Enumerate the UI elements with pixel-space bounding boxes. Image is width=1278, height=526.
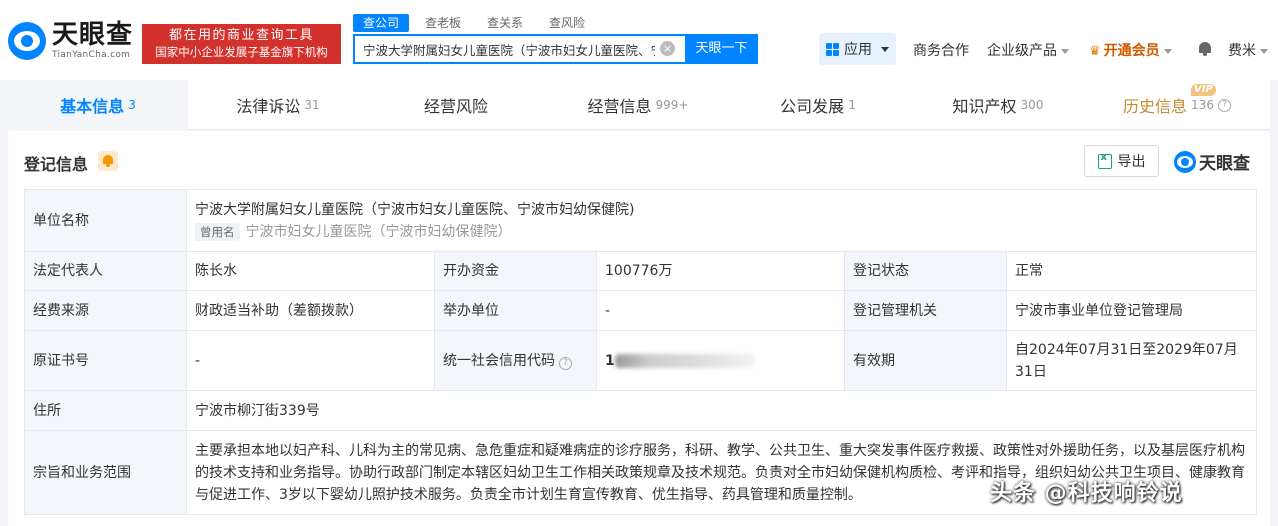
- validity-label: 有效期: [844, 330, 1007, 391]
- table-row: 住所 宁波市柳汀街339号: [24, 390, 1258, 431]
- eye-logo-icon: [1174, 150, 1196, 173]
- unit-name-cell: 宁波大学附属妇女儿童医院（宁波市妇女儿童医院、宁波市妇幼保健院) 曾用名 宁波市…: [185, 189, 1258, 252]
- registration-section: 登记信息 导出 天眼查 单位名称 宁波大学附属妇女儿童医院（宁波市妇女儿童医院、…: [8, 131, 1270, 526]
- notification-bell-icon[interactable]: [1198, 41, 1212, 56]
- legal-rep-value: 陈长水: [186, 251, 435, 291]
- former-name-tag: 曾用名: [195, 222, 240, 241]
- site-logo[interactable]: 天眼查 TianYanCha.com: [8, 22, 133, 60]
- scope-label: 宗旨和业务范围: [24, 430, 187, 515]
- monitor-bell-icon[interactable]: [98, 151, 118, 171]
- table-row: 原证书号 - 统一社会信用代码? 1 有效期 自2024年07月31日至2029…: [24, 330, 1258, 391]
- registration-table: 单位名称 宁波大学附属妇女儿童医院（宁波市妇女儿童医院、宁波市妇幼保健院) 曾用…: [24, 189, 1258, 515]
- excel-icon: [1097, 152, 1112, 169]
- funds-label: 开办资金: [434, 251, 597, 291]
- cert-no-value: -: [186, 330, 435, 391]
- authority-value: 宁波市事业单位登记管理局: [1005, 290, 1258, 331]
- former-name-value: 宁波市妇女儿童医院（宁波市妇幼保健院）: [245, 223, 512, 240]
- unit-name-label: 单位名称: [24, 189, 187, 252]
- chevron-down-icon: [1061, 48, 1069, 54]
- unit-name-value: 宁波大学附属妇女儿童医院（宁波市妇女儿童医院、宁波市妇幼保健院): [195, 201, 635, 218]
- table-row: 法定代表人 陈长水 开办资金 100776万 登记状态 正常: [24, 251, 1258, 291]
- search-tab-company[interactable]: 查公司: [353, 14, 410, 32]
- sponsor-value: -: [596, 290, 845, 331]
- chevron-down-icon: [881, 46, 889, 52]
- search-tab-risk[interactable]: 查风险: [539, 14, 595, 32]
- credit-code-label-cell: 统一社会信用代码?: [434, 330, 597, 391]
- blurred-redaction: [614, 353, 755, 368]
- apps-menu-button[interactable]: 应用: [819, 33, 896, 65]
- help-icon[interactable]: ?: [559, 356, 572, 370]
- section-title: 登记信息: [24, 155, 89, 174]
- slogan-line-1: 都在用的商业查询工具: [168, 28, 314, 43]
- grid-icon: [826, 42, 839, 56]
- slogan-line-2: 国家中小企业发展子基金旗下机构: [155, 45, 328, 59]
- credit-code-label: 统一社会信用代码: [443, 352, 555, 369]
- slogan-banner: 都在用的商业查询工具 国家中小企业发展子基金旗下机构: [142, 24, 341, 64]
- nav-enterprise-products[interactable]: 企业级产品: [987, 40, 1069, 60]
- user-menu[interactable]: 费米: [1228, 40, 1268, 60]
- table-row: 经费来源 财政适当补助（差额拨款） 举办单位 - 登记管理机关 宁波市事业单位登…: [24, 290, 1258, 331]
- search-input[interactable]: [355, 36, 655, 62]
- brand-watermark-logo: 天眼查: [1174, 149, 1250, 174]
- logo-title: 天眼查: [52, 20, 134, 50]
- search-button[interactable]: 天眼一下: [685, 34, 758, 64]
- legal-rep-label: 法定代表人: [24, 251, 187, 291]
- table-row: 单位名称 宁波大学附属妇女儿童医院（宁波市妇女儿童医院、宁波市妇幼保健院) 曾用…: [24, 189, 1258, 252]
- tab-operation-info[interactable]: 经营信息 999+: [548, 80, 728, 130]
- vip-badge: VIP: [1191, 84, 1216, 96]
- funds-value: 100776万: [596, 251, 845, 291]
- authority-label: 登记管理机关: [844, 290, 1007, 331]
- tab-intellectual-property[interactable]: 知识产权 300: [908, 80, 1088, 130]
- tab-operation-risk[interactable]: 经营风险: [368, 80, 548, 130]
- funding-source-value: 财政适当补助（差额拨款）: [186, 290, 435, 331]
- export-button[interactable]: 导出: [1084, 145, 1159, 177]
- company-tabs: 基本信息 3 法律诉讼 31 经营风险 经营信息 999+ 公司发展 1 知识产权 300…: [8, 80, 1270, 130]
- source-watermark: 头条 @科技响铃说: [990, 481, 1183, 506]
- cert-no-label: 原证书号: [24, 330, 187, 391]
- chevron-down-icon: [1260, 48, 1268, 54]
- credit-code-cell: 1: [596, 330, 845, 391]
- nav-open-vip[interactable]: ♛ 开通会员: [1089, 40, 1172, 60]
- chevron-down-icon: [1163, 48, 1172, 54]
- apps-menu-label: 应用: [844, 42, 872, 58]
- search-tab-relation[interactable]: 查关系: [477, 14, 533, 32]
- search-box: ×: [353, 34, 685, 64]
- eye-logo-icon: [8, 22, 46, 60]
- credit-code-value: 1: [605, 352, 615, 369]
- top-header: 天眼查 TianYanCha.com 都在用的商业查询工具 国家中小企业发展子基…: [0, 0, 1278, 80]
- sponsor-label: 举办单位: [434, 290, 597, 331]
- status-label: 登记状态: [844, 251, 1007, 291]
- nav-business-cooperation[interactable]: 商务合作: [913, 40, 969, 60]
- logo-domain: TianYanCha.com: [52, 50, 131, 60]
- clear-icon[interactable]: ×: [660, 41, 675, 56]
- tab-legal-litigation[interactable]: 法律诉讼 31: [188, 80, 368, 130]
- help-icon[interactable]: ?: [1217, 98, 1231, 112]
- export-label: 导出: [1117, 154, 1146, 170]
- tab-company-development[interactable]: 公司发展 1: [728, 80, 908, 130]
- address-value: 宁波市柳汀街339号: [185, 390, 1258, 431]
- search-tab-boss[interactable]: 查老板: [415, 14, 471, 32]
- validity-value: 自2024年07月31日至2029年07月31日: [1005, 330, 1258, 391]
- tab-basic-info[interactable]: 基本信息 3: [8, 80, 188, 130]
- funding-source-label: 经费来源: [24, 290, 187, 331]
- address-label: 住所: [24, 390, 187, 431]
- status-value: 正常: [1005, 251, 1258, 291]
- crown-icon: ♛: [1089, 44, 1101, 59]
- search-type-tabs: 查公司 查老板 查关系 查风险: [353, 14, 601, 32]
- tab-history-info[interactable]: VIP 历史信息 136 ?: [1088, 80, 1266, 130]
